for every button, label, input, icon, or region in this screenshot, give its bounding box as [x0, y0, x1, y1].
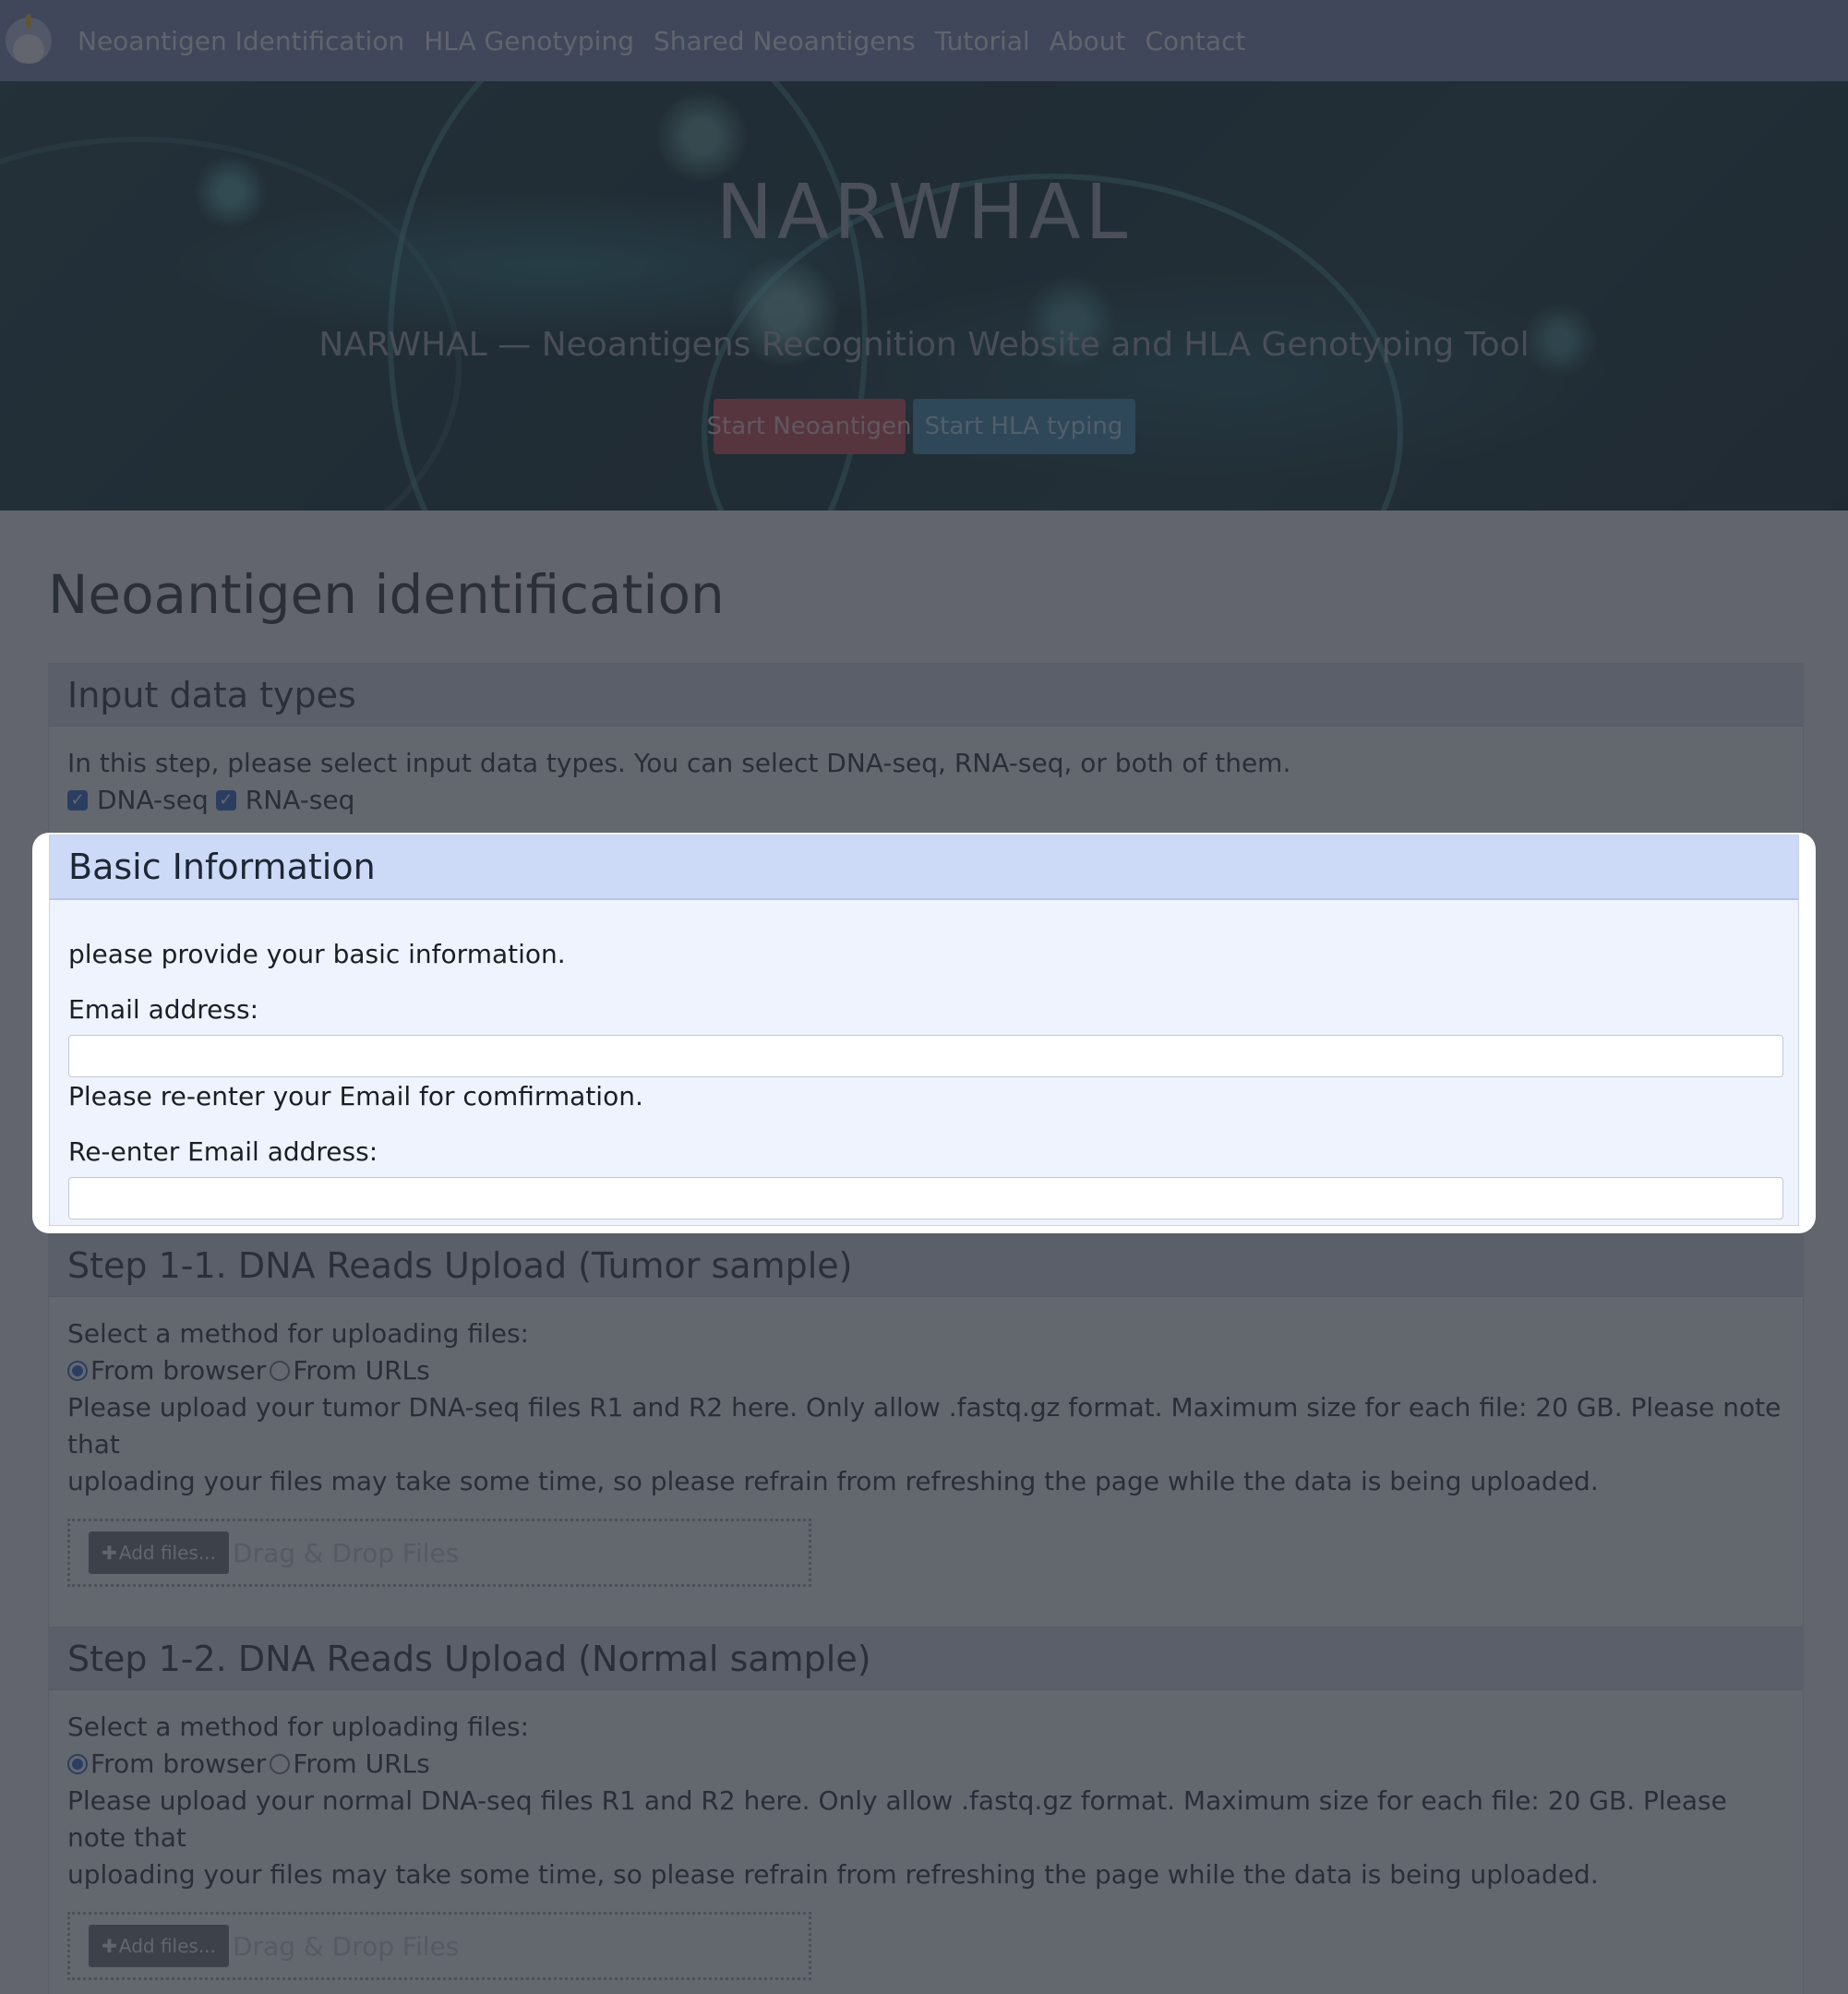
hero-subtitle: NARWHAL — Neoantigens Recognition Websit…: [318, 326, 1530, 364]
upload-description-line: uploading your files may take some time,…: [67, 1466, 1599, 1496]
re-enter-email-label: Re-enter Email address:: [68, 1136, 378, 1167]
basic-info-description: please provide your basic information.: [68, 939, 566, 969]
checkmark-icon: ✓: [219, 790, 234, 810]
plus-icon: ✚: [102, 1542, 117, 1564]
file-dropzone[interactable]: ✚ Add files... Drag & Drop Files: [67, 1912, 811, 1980]
from-browser-label: From browser: [90, 1355, 267, 1386]
plus-icon: ✚: [102, 1935, 117, 1957]
upload-method-options: From browser From URLs: [67, 1352, 1784, 1389]
panel-title: Basic Information: [50, 835, 1798, 900]
from-browser-radio[interactable]: [67, 1754, 88, 1774]
upload-method-label: Select a method for uploading files:: [67, 1712, 529, 1742]
rna-seq-checkbox[interactable]: ✓: [215, 790, 236, 811]
dna-seq-label: DNA-seq: [97, 785, 209, 815]
top-navbar: Neoantigen Identification HLA Genotyping…: [0, 0, 1848, 81]
start-neoantigen-button[interactable]: Start Neoantigen: [707, 399, 911, 454]
add-files-label: Add files...: [118, 1935, 216, 1957]
panel-title: Step 1-2. DNA Reads Upload (Normal sampl…: [49, 1628, 1803, 1690]
start-hla-typing-button[interactable]: Start HLA typing: [912, 399, 1135, 454]
page-title: Neoantigen identification: [48, 563, 725, 626]
upload-method-label: Select a method for uploading files:: [67, 1318, 529, 1349]
basic-information-highlight: Basic Information please provide your ba…: [32, 833, 1816, 1233]
nav-about[interactable]: About: [1050, 26, 1126, 56]
add-files-label: Add files...: [118, 1542, 216, 1564]
panel-title: Step 1-1. DNA Reads Upload (Tumor sample…: [49, 1234, 1803, 1297]
basic-information-panel: Basic Information please provide your ba…: [49, 835, 1799, 1226]
narwhal-logo[interactable]: [6, 14, 52, 64]
from-urls-label: From URLs: [293, 1748, 430, 1779]
nav-hla-genotyping[interactable]: HLA Genotyping: [424, 26, 634, 56]
from-urls-radio[interactable]: [270, 1754, 291, 1774]
re-enter-email-field[interactable]: [68, 1177, 1783, 1219]
nav-neoantigen-identification[interactable]: Neoantigen Identification: [78, 26, 404, 56]
email-field[interactable]: [68, 1035, 1783, 1077]
checkmark-icon: ✓: [70, 790, 85, 810]
confirm-email-description: Please re-enter your Email for comfirmat…: [68, 1081, 643, 1111]
from-browser-radio[interactable]: [67, 1361, 88, 1381]
add-files-button[interactable]: ✚ Add files...: [89, 1532, 229, 1574]
hero-title: NARWHAL: [715, 169, 1133, 257]
dna-seq-checkbox[interactable]: ✓: [67, 790, 88, 811]
upload-method-options: From browser From URLs: [67, 1746, 1784, 1783]
from-browser-label: From browser: [90, 1748, 267, 1779]
upload-description-line: Please upload your normal DNA-seq files …: [67, 1785, 1727, 1853]
hero-buttons: Start Neoantigen Start HLA typing: [0, 399, 1848, 454]
input-type-options: ✓ DNA-seq ✓ RNA-seq: [67, 782, 1784, 819]
from-urls-label: From URLs: [293, 1355, 430, 1386]
step-1-2-panel: Step 1-2. DNA Reads Upload (Normal sampl…: [48, 1627, 1804, 1994]
input-types-description: In this step, please select input data t…: [67, 748, 1291, 778]
upload-description-line: Please upload your tumor DNA-seq files R…: [67, 1392, 1782, 1459]
nav-contact[interactable]: Contact: [1146, 26, 1246, 56]
nav-shared-neoantigens[interactable]: Shared Neoantigens: [654, 26, 916, 56]
file-dropzone[interactable]: ✚ Add files... Drag & Drop Files: [67, 1519, 811, 1587]
step-1-1-panel: Step 1-1. DNA Reads Upload (Tumor sample…: [48, 1233, 1804, 1640]
add-files-button[interactable]: ✚ Add files...: [89, 1925, 229, 1967]
panel-title: Input data types: [49, 664, 1803, 727]
email-label: Email address:: [68, 994, 259, 1025]
nav-tutorial[interactable]: Tutorial: [935, 26, 1030, 56]
drag-drop-label: Drag & Drop Files: [233, 1537, 460, 1568]
drag-drop-label: Drag & Drop Files: [233, 1930, 460, 1962]
rna-seq-label: RNA-seq: [245, 785, 355, 815]
upload-description-line: uploading your files may take some time,…: [67, 1859, 1599, 1890]
hero-banner: NARWHAL NARWHAL — Neoantigens Recognitio…: [0, 81, 1848, 511]
input-data-types-panel: Input data types In this step, please se…: [48, 663, 1804, 838]
from-urls-radio[interactable]: [270, 1361, 291, 1381]
